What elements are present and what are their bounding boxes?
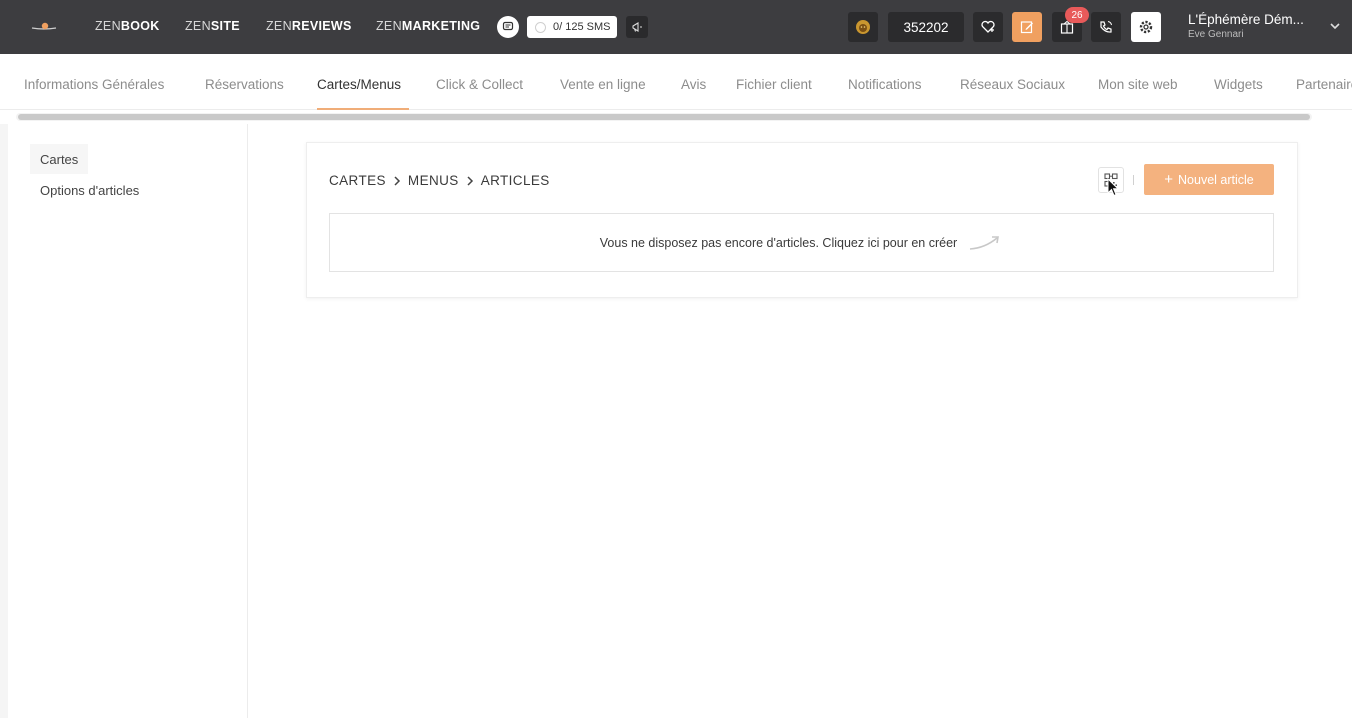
tab-reservations[interactable]: Réservations bbox=[205, 77, 284, 92]
active-tab-indicator bbox=[317, 108, 409, 110]
tab-cartes-menus[interactable]: Cartes/Menus bbox=[317, 77, 401, 92]
sidebar: Cartes Options d'articles bbox=[8, 124, 248, 718]
plus-icon: + bbox=[1164, 171, 1174, 188]
tab-reseaux-sociaux[interactable]: Réseaux Sociaux bbox=[960, 77, 1065, 92]
tab-partenaires[interactable]: Partenaires bbox=[1296, 77, 1352, 92]
tab-avis[interactable]: Avis bbox=[681, 77, 706, 92]
new-article-label: Nouvel article bbox=[1178, 172, 1254, 187]
mouse-cursor-icon bbox=[1107, 178, 1120, 197]
tab-vente-en-ligne[interactable]: Vente en ligne bbox=[560, 77, 646, 92]
nav-zenreviews[interactable]: ZENREVIEWS bbox=[266, 19, 352, 33]
chat-bubble-icon[interactable] bbox=[497, 16, 519, 38]
edit-note-icon[interactable] bbox=[1012, 12, 1042, 42]
breadcrumb-articles: ARTICLES bbox=[480, 173, 550, 188]
chevron-right-icon bbox=[394, 175, 400, 186]
tab-informations-generales[interactable]: Informations Générales bbox=[24, 77, 164, 92]
sidebar-item-label: Options d'articles bbox=[40, 182, 140, 198]
account-name: L'Éphémère Dém... bbox=[1188, 12, 1304, 27]
sms-counter-label: 0/ 125 SMS bbox=[553, 21, 611, 33]
sidebar-item-options-articles[interactable]: Options d'articles bbox=[30, 175, 149, 205]
megaphone-icon[interactable] bbox=[626, 16, 648, 38]
tab-fichier-client[interactable]: Fichier client bbox=[736, 77, 812, 92]
sms-counter[interactable]: 0/ 125 SMS bbox=[527, 16, 617, 38]
top-navigation-bar: ZENBOOK ZENSITE ZENREVIEWS ZENMARKETING … bbox=[0, 0, 1352, 54]
restaurant-id[interactable]: 352202 bbox=[888, 12, 964, 42]
tab-notifications[interactable]: Notifications bbox=[848, 77, 922, 92]
lion-badge-icon[interactable] bbox=[848, 12, 878, 42]
section-tabs: Informations Générales Réservations Cart… bbox=[0, 54, 1352, 110]
chevron-right-icon bbox=[467, 175, 473, 186]
notification-count-badge: 26 bbox=[1065, 7, 1089, 23]
sidebar-item-cartes[interactable]: Cartes bbox=[30, 144, 89, 174]
settings-gear-icon[interactable] bbox=[1131, 12, 1161, 42]
toolbar-divider bbox=[1133, 175, 1134, 185]
account-switcher[interactable]: L'Éphémère Dém... Eve Gennari bbox=[1188, 12, 1323, 40]
zenchef-logo-icon[interactable] bbox=[30, 18, 58, 36]
nav-zenbook[interactable]: ZENBOOK bbox=[95, 19, 160, 33]
progress-ring-icon bbox=[535, 21, 546, 33]
account-user: Eve Gennari bbox=[1188, 29, 1244, 40]
empty-message-text: Vous ne disposez pas encore d'articles. … bbox=[599, 235, 958, 250]
tabs-scrollbar-thumb[interactable] bbox=[18, 114, 1310, 120]
breadcrumb-cartes[interactable]: CARTES bbox=[329, 173, 386, 188]
new-article-button[interactable]: + Nouvel article bbox=[1144, 164, 1274, 195]
nav-zensite[interactable]: ZENSITE bbox=[185, 19, 240, 33]
tab-click-collect[interactable]: Click & Collect bbox=[436, 77, 523, 92]
left-edge-gutter bbox=[0, 124, 8, 718]
chevron-down-icon[interactable] bbox=[1329, 20, 1341, 32]
tab-widgets[interactable]: Widgets bbox=[1214, 77, 1263, 92]
phone-call-icon[interactable] bbox=[1091, 12, 1121, 42]
heart-plus-icon[interactable] bbox=[973, 12, 1003, 42]
tab-mon-site-web[interactable]: Mon site web bbox=[1098, 77, 1178, 92]
curved-arrow-icon bbox=[970, 235, 1000, 250]
breadcrumb: CARTES MENUS ARTICLES bbox=[329, 173, 550, 188]
breadcrumb-menus[interactable]: MENUS bbox=[408, 173, 459, 188]
nav-zenmarketing[interactable]: ZENMARKETING bbox=[376, 19, 480, 33]
empty-articles-message[interactable]: Vous ne disposez pas encore d'articles. … bbox=[329, 213, 1274, 272]
sidebar-item-label: Cartes bbox=[40, 151, 79, 167]
